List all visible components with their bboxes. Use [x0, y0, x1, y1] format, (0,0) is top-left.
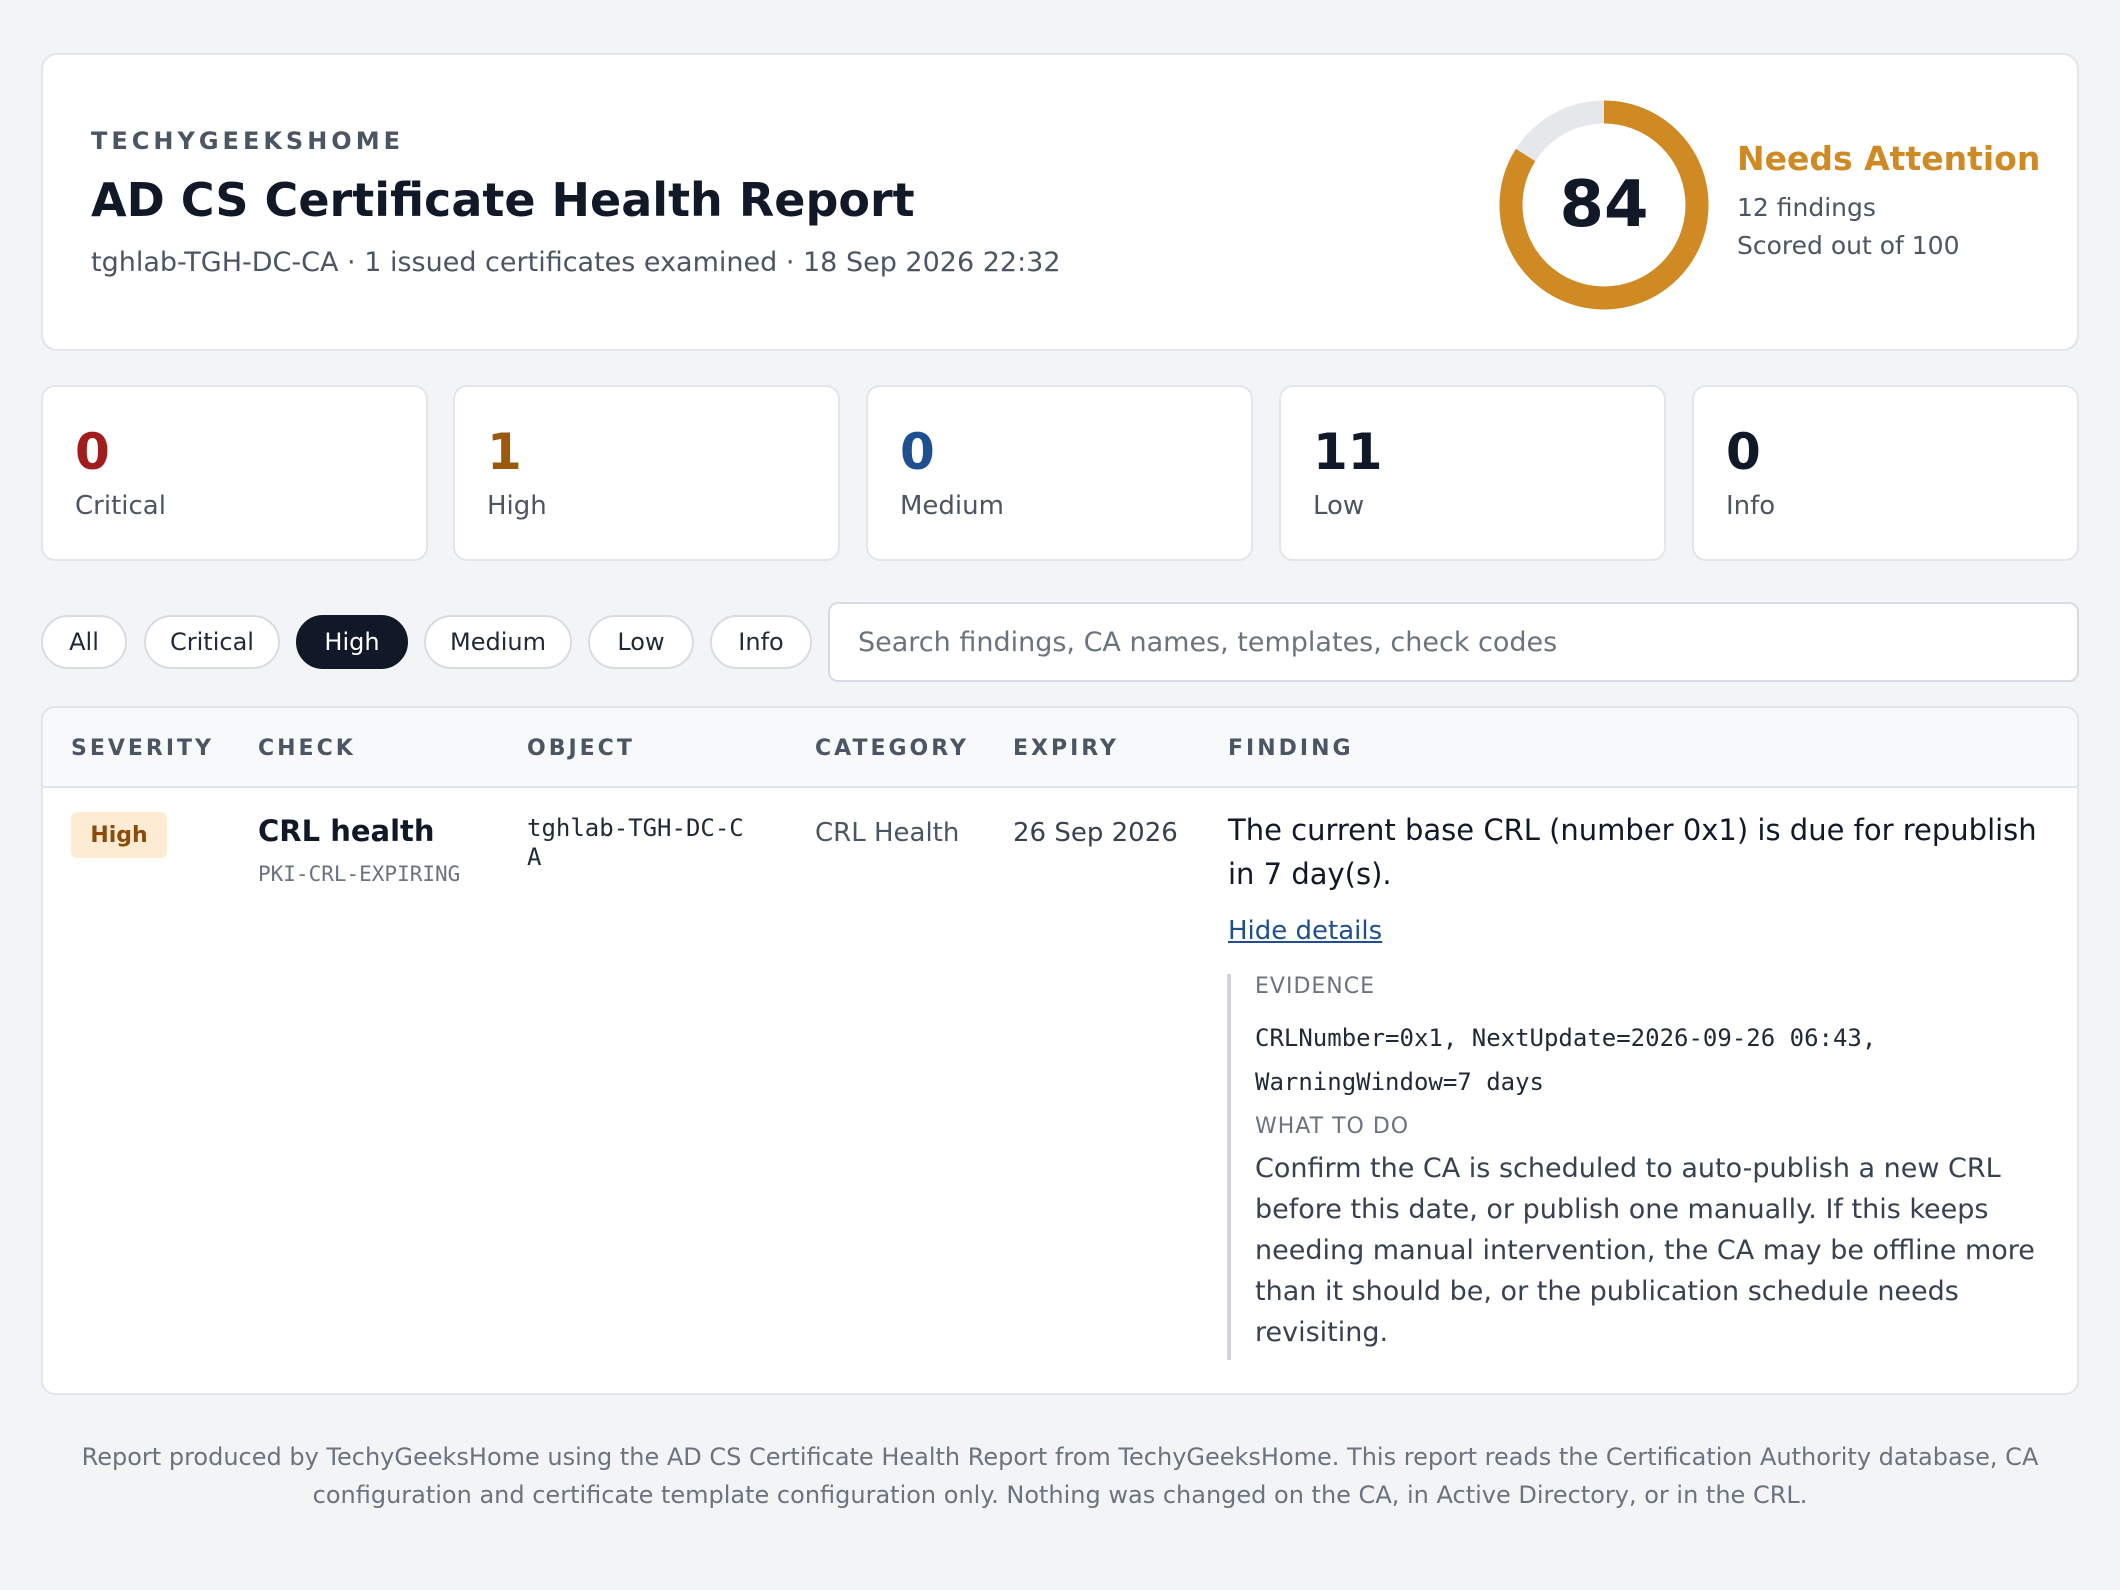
column-header-finding[interactable]: FINDING [1228, 736, 1354, 761]
column-header-severity[interactable]: SEVERITY [71, 736, 214, 761]
summary-card-critical: 0 Critical [41, 385, 428, 561]
column-header-check[interactable]: CHECK [258, 736, 356, 761]
findings-count: 12 findings [1737, 193, 1876, 222]
report-header-card: TECHYGEEKSHOME AD CS Certificate Health … [41, 53, 2079, 351]
score-status: Needs Attention [1737, 139, 2041, 178]
search-input[interactable] [828, 602, 2079, 682]
info-label: Info [1726, 491, 1776, 521]
evidence-heading: EVIDENCE [1255, 974, 1375, 999]
column-header-expiry[interactable]: EXPIRY [1013, 736, 1119, 761]
filter-info-button[interactable]: Info [710, 615, 812, 669]
medium-count: 0 [900, 423, 935, 481]
finding-details: EVIDENCE CRLNumber=0x1, NextUpdate=2026-… [1227, 974, 2057, 1360]
score-value: 84 [1559, 168, 1649, 242]
low-count: 11 [1313, 423, 1383, 481]
findings-table: SEVERITY CHECK OBJECT CATEGORY EXPIRY FI… [41, 706, 2079, 1395]
column-header-category[interactable]: CATEGORY [815, 736, 969, 761]
critical-label: Critical [75, 491, 166, 521]
check-code: PKI-CRL-EXPIRING [258, 862, 461, 886]
column-header-object[interactable]: OBJECT [527, 736, 635, 761]
score-scale-note: Scored out of 100 [1737, 231, 1960, 260]
critical-count: 0 [75, 423, 110, 481]
check-name: CRL health [258, 814, 435, 848]
what-to-do-heading: WHAT TO DO [1255, 1114, 1410, 1139]
brand-name: TECHYGEEKSHOME [91, 127, 404, 155]
expiry-date: 26 Sep 2026 [1013, 818, 1178, 848]
medium-label: Medium [900, 491, 1004, 521]
category-value: CRL Health [815, 818, 960, 848]
filter-medium-button[interactable]: Medium [424, 615, 572, 669]
filter-low-button[interactable]: Low [588, 615, 694, 669]
summary-card-medium: 0 Medium [866, 385, 1253, 561]
evidence-text: CRLNumber=0x1, NextUpdate=2026-09-26 06:… [1255, 1024, 1877, 1096]
summary-card-high: 1 High [453, 385, 840, 561]
filter-critical-button[interactable]: Critical [144, 615, 280, 669]
info-count: 0 [1726, 423, 1761, 481]
table-header: SEVERITY CHECK OBJECT CATEGORY EXPIRY FI… [43, 708, 2077, 788]
report-subtitle: tghlab-TGH-DC-CA · 1 issued certificates… [91, 247, 1061, 278]
score-gauge: 84 [1496, 97, 1712, 313]
summary-card-info: 0 Info [1692, 385, 2079, 561]
filter-high-button[interactable]: High [296, 615, 408, 669]
finding-text: The current base CRL (number 0x1) is due… [1228, 813, 2037, 891]
hide-details-link[interactable]: Hide details [1228, 916, 1382, 946]
report-footer: Report produced by TechyGeeksHome using … [81, 1443, 2039, 1509]
filter-all-button[interactable]: All [41, 615, 127, 669]
what-to-do-text: Confirm the CA is scheduled to auto-publ… [1255, 1153, 2035, 1348]
low-label: Low [1313, 491, 1365, 521]
high-label: High [487, 491, 547, 521]
summary-card-low: 11 Low [1279, 385, 1666, 561]
high-count: 1 [487, 423, 522, 481]
page-title: AD CS Certificate Health Report [91, 173, 915, 227]
object-name: tghlab-TGH-DC-CA [527, 814, 744, 871]
severity-badge: High [71, 812, 167, 858]
